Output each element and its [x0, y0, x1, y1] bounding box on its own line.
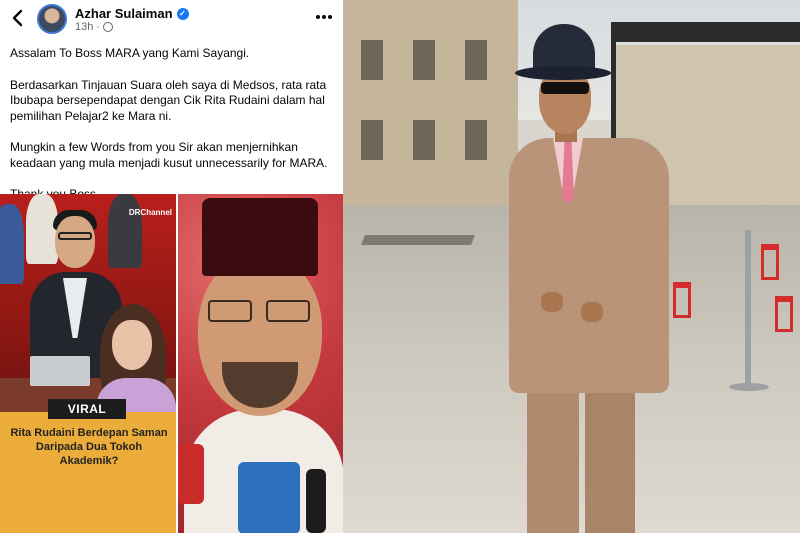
channel-watermark: DRChannel [128, 208, 172, 217]
author-name-row[interactable]: Azhar Sulaiman ✓ [75, 6, 189, 21]
hand [581, 302, 603, 322]
more-horizontal-icon [316, 15, 320, 19]
background-person [0, 204, 24, 284]
glasses [58, 232, 92, 240]
window [413, 40, 435, 80]
author-name[interactable]: Azhar Sulaiman [75, 6, 173, 21]
window [465, 40, 487, 80]
post-paragraph: Berdasarkan Tinjauan Suara oleh saya di … [10, 77, 327, 123]
red-chair [761, 244, 779, 280]
globe-icon [103, 22, 114, 32]
post-image-collage[interactable]: DRChannel Rita Rudaini Berdepan Saman Da… [0, 194, 343, 533]
trouser-leg [585, 380, 635, 533]
red-chair [775, 296, 793, 332]
trouser-leg [527, 380, 579, 533]
microphone-icon [306, 469, 326, 533]
window [465, 120, 487, 160]
lens-left [208, 300, 252, 322]
window [361, 120, 383, 160]
bench [361, 235, 475, 245]
face [55, 216, 95, 268]
background-person [26, 194, 58, 264]
meta-separator: · [96, 21, 101, 33]
more-dot [322, 15, 326, 19]
table-stand [745, 230, 751, 390]
facebook-post: Azhar Sulaiman ✓ 13h · Assalam To Boss M… [0, 0, 343, 533]
post-paragraph: Assalam To Boss MARA yang Kami Sayangi. [10, 46, 250, 60]
viral-badge: VIRAL [48, 399, 126, 419]
glasses [208, 300, 312, 322]
post-paragraph: Mungkin a few Words from you Sir akan me… [10, 140, 328, 170]
microphone-icon [178, 444, 204, 504]
post-time[interactable]: 13h [75, 21, 93, 33]
songkok-cap [202, 198, 318, 276]
lens-right [266, 300, 310, 322]
background-person [108, 194, 142, 268]
post-body: Assalam To Boss MARA yang Kami Sayangi. … [10, 46, 338, 219]
news-headline: Rita Rudaini Berdepan Saman Daripada Dua… [10, 427, 168, 467]
post-header: Azhar Sulaiman ✓ 13h · [0, 0, 343, 38]
laptop [30, 356, 90, 386]
more-dot [328, 15, 332, 19]
table-base [729, 383, 769, 391]
post-meta: 13h · [75, 21, 114, 33]
press-conference-scene: DRChannel [0, 194, 176, 418]
street-photo [343, 0, 800, 533]
official-portrait [178, 194, 343, 533]
verified-badge-icon: ✓ [176, 7, 189, 20]
chevron-left-icon[interactable] [9, 8, 27, 28]
window [413, 120, 435, 160]
more-options-button[interactable] [314, 8, 334, 26]
man-in-beige-suit [503, 20, 683, 533]
window [361, 40, 383, 80]
avatar[interactable] [37, 4, 67, 34]
stone-building-left [343, 0, 518, 225]
suit-jacket [509, 138, 669, 393]
hat-brim [515, 66, 611, 80]
news-thumbnail: DRChannel Rita Rudaini Berdepan Saman Da… [0, 194, 176, 533]
hand [541, 292, 563, 312]
microphone-icon [238, 462, 300, 533]
headline-box: Rita Rudaini Berdepan Saman Daripada Dua… [0, 412, 176, 533]
woman-inset [96, 304, 176, 418]
sunglasses [541, 82, 589, 94]
face [112, 320, 152, 370]
